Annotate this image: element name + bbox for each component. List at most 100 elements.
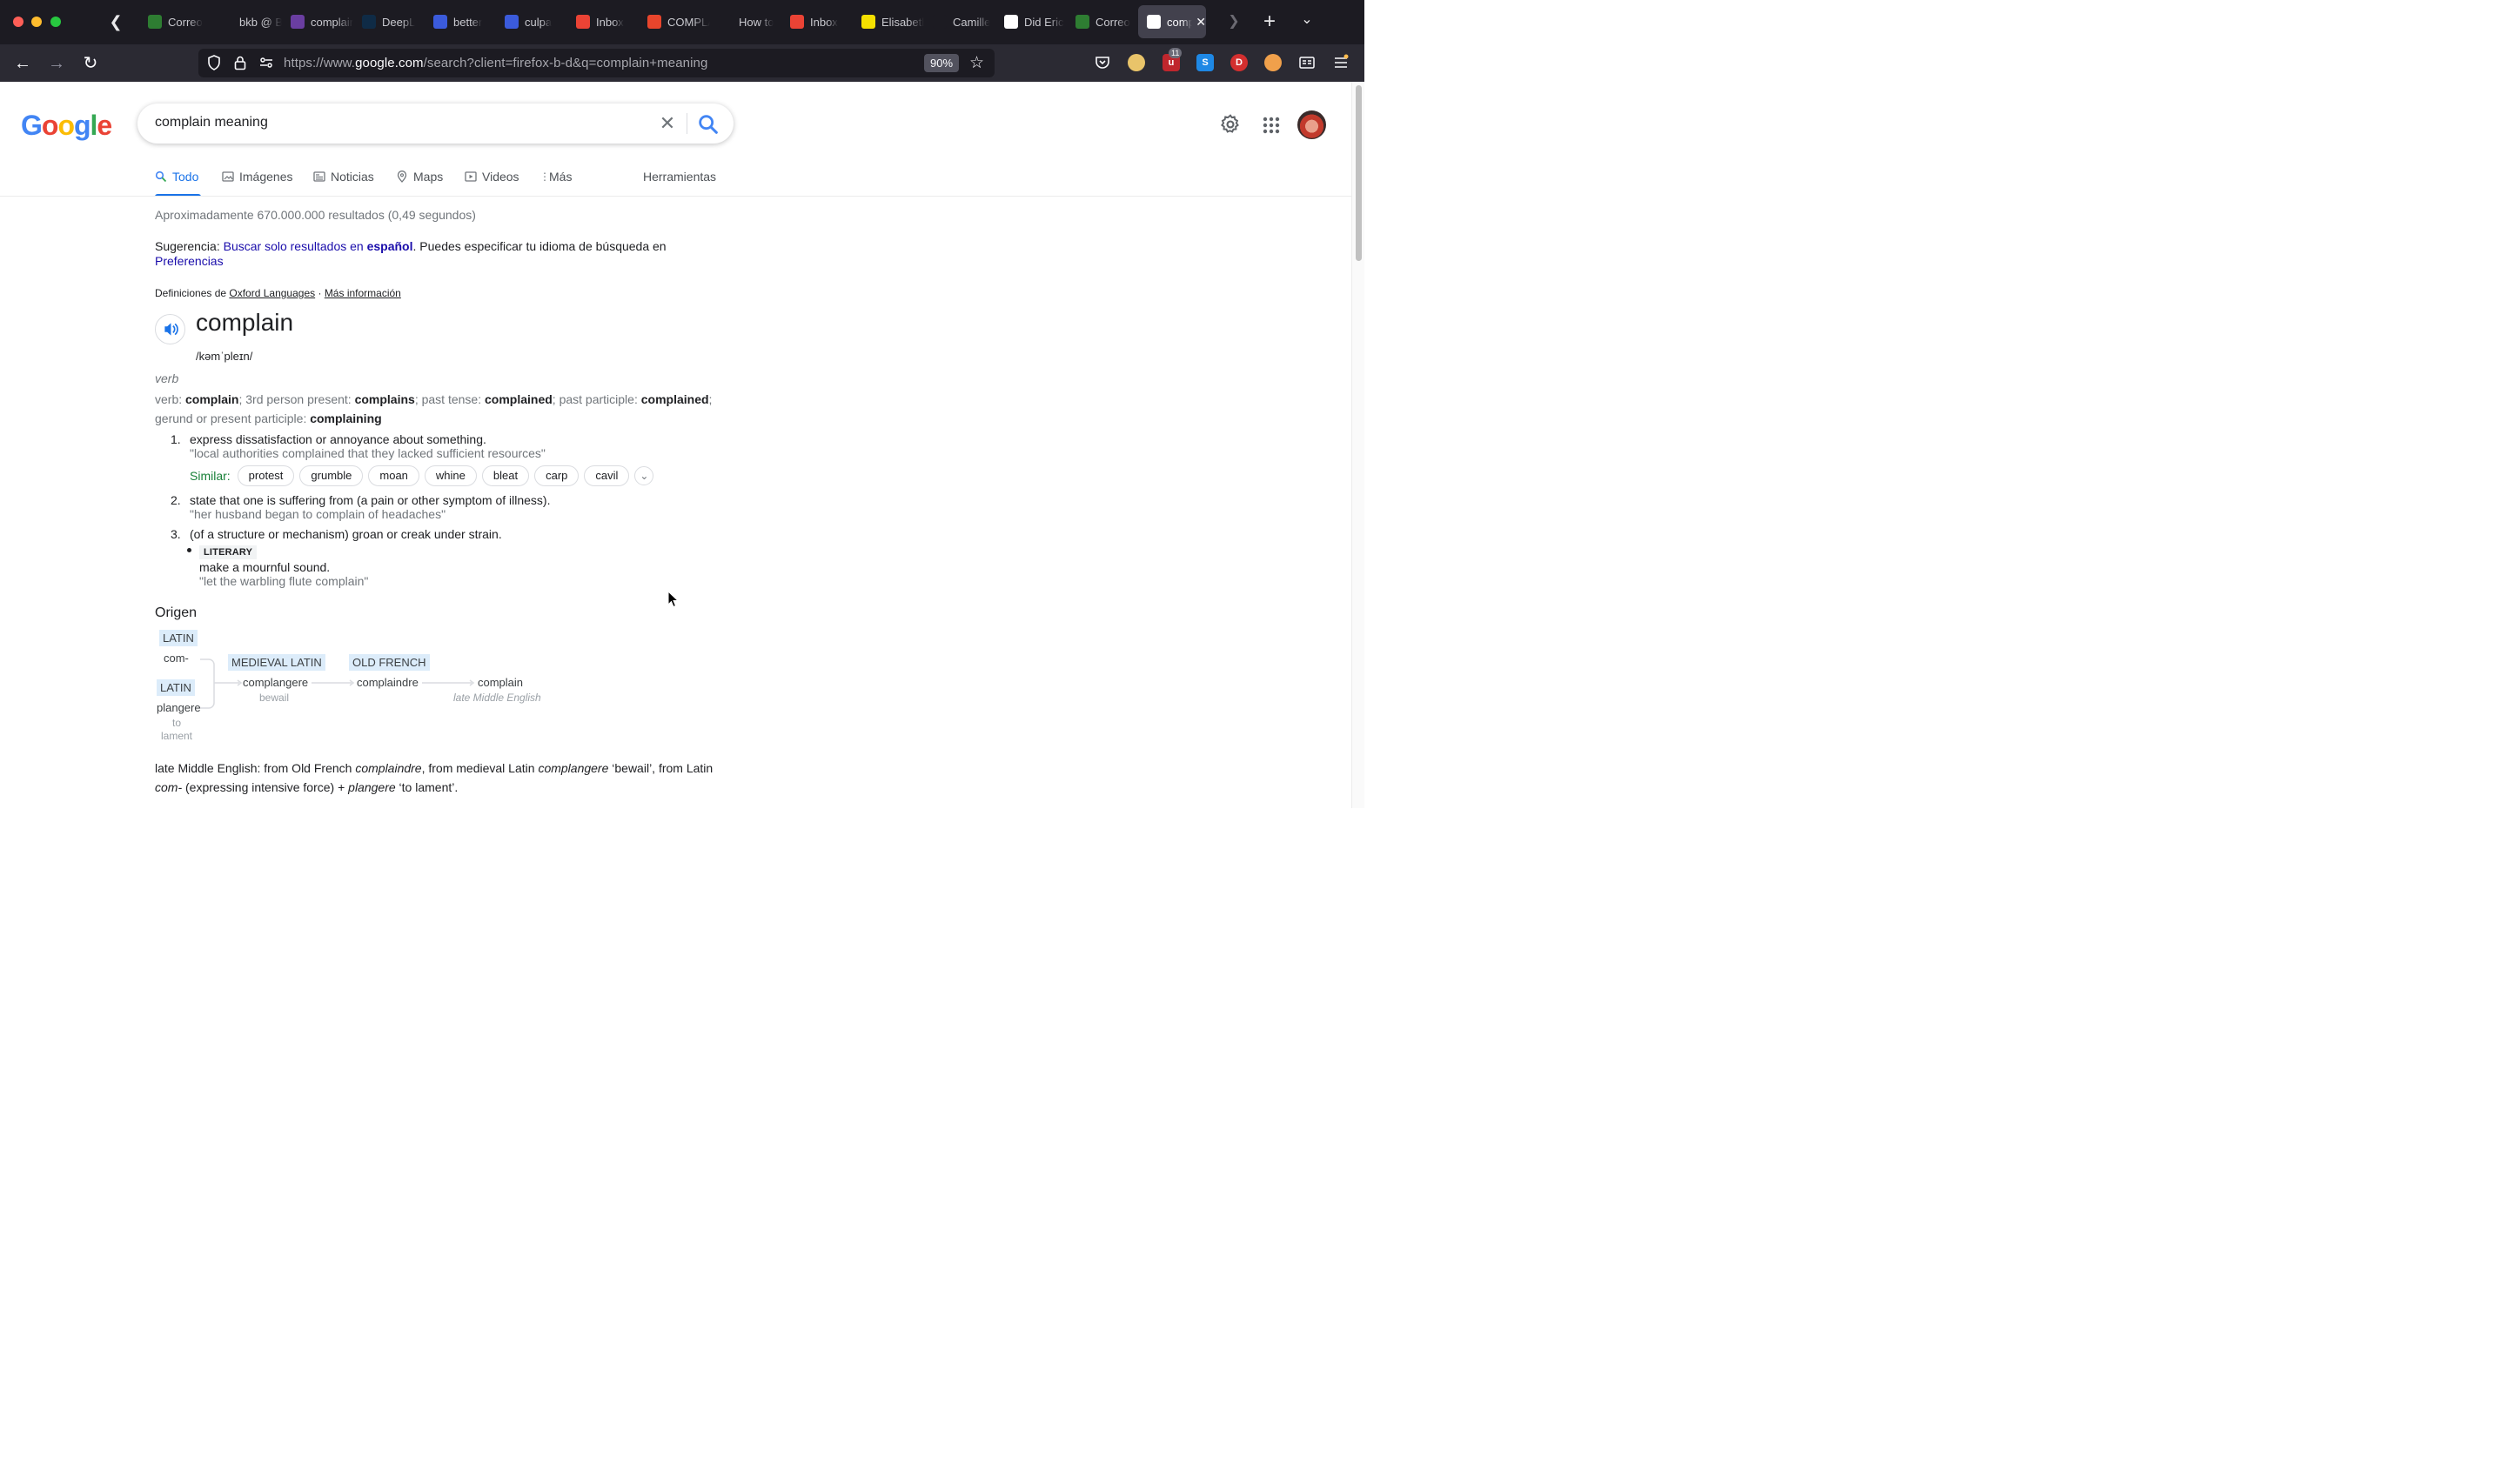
hamburger-menu-icon[interactable] — [1332, 54, 1350, 71]
window-minimize-button[interactable] — [31, 17, 42, 27]
r-icon — [433, 15, 447, 29]
gmail-icon — [576, 15, 590, 29]
literary-definition: make a mournful sound. — [199, 560, 331, 574]
close-tab-icon[interactable]: ✕ — [1196, 15, 1206, 30]
search-icon[interactable] — [696, 112, 720, 137]
reload-button[interactable]: ↻ — [79, 52, 102, 75]
similar-chip[interactable]: grumble — [299, 465, 364, 486]
browser-tab-title: culpa — [525, 15, 553, 29]
list-all-tabs-icon[interactable]: ⌄ — [1297, 10, 1317, 28]
browser-tab[interactable]: complain — [282, 5, 353, 38]
browser-tab-title: bkb @ Bau — [239, 15, 282, 29]
suggestion-prefix: Sugerencia: — [155, 239, 224, 253]
mustache-icon — [719, 15, 733, 29]
preferences-link[interactable]: Preferencias — [155, 254, 224, 268]
extension-s-icon[interactable]: S — [1196, 54, 1214, 71]
new-tab-button[interactable]: + — [1259, 10, 1280, 34]
lock-icon[interactable] — [231, 54, 249, 71]
similar-chip[interactable]: moan — [368, 465, 419, 486]
browser-tab[interactable]: culpa — [496, 5, 567, 38]
browser-tab[interactable]: Inbox — [567, 5, 639, 38]
chevron-down-icon[interactable]: ⌄ — [634, 465, 654, 485]
extension-honey-icon[interactable] — [1264, 54, 1282, 71]
phonetic: /kəmˈpleɪn/ — [196, 350, 253, 363]
browser-tab[interactable]: better — [425, 5, 496, 38]
similar-chip[interactable]: bleat — [481, 465, 530, 486]
window-maximize-button[interactable] — [50, 17, 61, 27]
browser-tab[interactable]: Correo — [1067, 5, 1138, 38]
r-icon — [505, 15, 519, 29]
pocket-icon[interactable] — [1094, 54, 1111, 71]
tab-images[interactable]: Imágenes — [222, 170, 292, 184]
zoom-level-badge[interactable]: 90% — [924, 54, 960, 72]
news-icon — [313, 171, 325, 182]
url-bar[interactable]: https://www.google.com/search?client=fir… — [198, 49, 995, 77]
back-button[interactable]: ← — [11, 52, 34, 75]
browser-tab[interactable]: complain meaning✕ — [1138, 5, 1206, 38]
window-close-button[interactable] — [13, 17, 23, 27]
logo-letter: G — [21, 110, 43, 141]
map-pin-icon — [397, 170, 407, 183]
similar-chip[interactable]: carp — [534, 465, 580, 486]
browser-tab[interactable]: COMPLAIN — [639, 5, 710, 38]
more-info-link[interactable]: Más información — [325, 287, 401, 299]
extension-noodle-icon[interactable] — [1128, 54, 1145, 71]
deepl-icon — [362, 15, 376, 29]
url-text[interactable]: https://www.google.com/search?client=fir… — [284, 56, 707, 70]
tab-images-label: Imágenes — [239, 170, 293, 184]
navigation-toolbar: ← → ↻ https://www.google.com/search?clie… — [0, 44, 1364, 82]
spanish-only-link[interactable]: Buscar solo resultados en español — [224, 239, 413, 253]
sense-1: 1. express dissatisfaction or annoyance a… — [171, 432, 486, 446]
tab-scroll-right-icon[interactable]: ❯ — [1225, 12, 1243, 30]
browser-tab[interactable]: Elisabeth — [853, 5, 924, 38]
tools-button[interactable]: Herramientas — [643, 170, 716, 184]
tab-scroll-left-icon[interactable]: ❮ — [106, 12, 125, 31]
browser-tab[interactable]: Correo — [139, 5, 211, 38]
sense-1-example: "local authorities complained that they … — [190, 446, 546, 460]
part-of-speech: verb — [155, 371, 179, 385]
similar-chip[interactable]: protest — [237, 465, 295, 486]
tab-more[interactable]: ⋮ Más — [539, 170, 572, 184]
google-apps-grid-icon[interactable] — [1261, 115, 1282, 136]
scrollbar-thumb[interactable] — [1356, 85, 1362, 261]
browser-tab-title: complain meaning — [1167, 15, 1193, 29]
browser-tab[interactable]: How to — [710, 5, 781, 38]
search-input[interactable] — [155, 115, 642, 130]
search-box[interactable]: ✕ — [137, 104, 734, 144]
logo-letter: o — [57, 110, 75, 141]
tab-videos[interactable]: Videos — [465, 170, 519, 184]
tab-maps[interactable]: Maps — [396, 170, 443, 184]
browser-tab[interactable]: Inbox — [781, 5, 853, 38]
bookmark-star-icon[interactable]: ☆ — [969, 53, 984, 73]
speaker-icon[interactable] — [155, 314, 185, 344]
reader-view-icon[interactable] — [1298, 54, 1316, 71]
similar-chip[interactable]: whine — [424, 465, 477, 486]
inflections: verb: complain; 3rd person present: comp… — [155, 392, 713, 425]
tracking-shield-icon[interactable] — [205, 54, 223, 71]
suggestion-suffix: . Puedes especificar tu idioma de búsque… — [412, 239, 667, 253]
page-scrollbar[interactable] — [1351, 82, 1364, 808]
similar-chip[interactable]: cavil — [584, 465, 630, 486]
browser-tab[interactable]: DeepL — [353, 5, 425, 38]
forward-button[interactable]: → — [45, 52, 68, 75]
cut-icon — [1004, 15, 1018, 29]
permissions-icon[interactable] — [258, 54, 275, 71]
headword: complain — [196, 309, 294, 336]
browser-tab[interactable]: bkb @ Bau — [211, 5, 282, 38]
google-g-icon — [1147, 15, 1161, 29]
gear-icon[interactable] — [1219, 113, 1242, 136]
logo-letter: g — [73, 110, 91, 141]
browser-tab[interactable]: Did Eric — [995, 5, 1067, 38]
more-vertical-icon: ⋮ — [539, 170, 550, 183]
clear-search-icon[interactable]: ✕ — [656, 112, 679, 135]
account-avatar[interactable] — [1297, 110, 1326, 139]
extension-d-icon[interactable]: D — [1230, 54, 1248, 71]
tab-news[interactable]: Noticias — [313, 170, 374, 184]
browser-tab[interactable]: Camille — [924, 5, 995, 38]
browser-tab-title: COMPLAIN — [667, 15, 710, 29]
google-logo[interactable]: Google — [21, 110, 112, 142]
tab-bar: ❮ Correo bkb @ Bau complain DeepL better culp… — [0, 0, 1364, 44]
oxford-languages-link[interactable]: Oxford Languages — [229, 287, 315, 299]
tab-all[interactable]: Todo — [155, 170, 198, 184]
result-stats: Aproximadamente 670.000.000 resultados (… — [155, 208, 476, 222]
